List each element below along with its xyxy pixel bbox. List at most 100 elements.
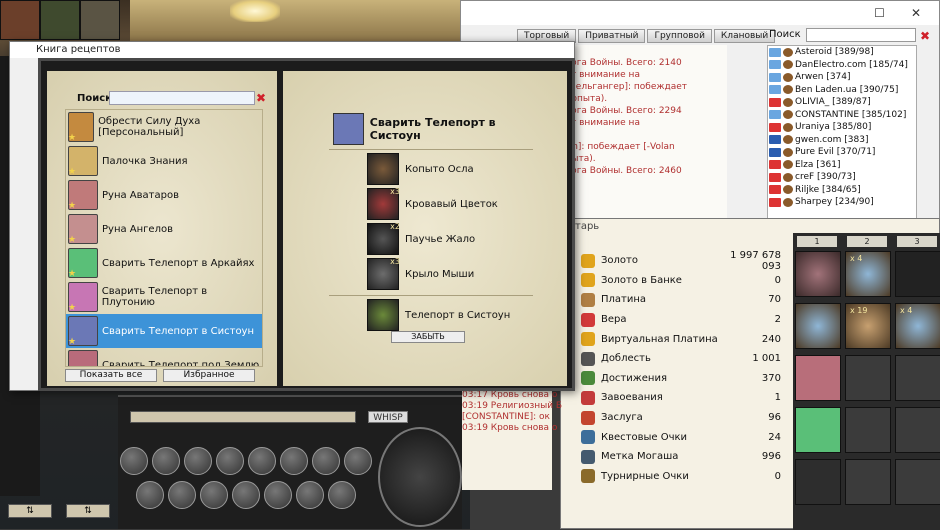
favorite-star-icon[interactable]: ★ — [68, 167, 76, 177]
tab-private[interactable]: Приватный — [578, 29, 646, 43]
user-list-item[interactable]: Ben Laden.ua [390/75] — [768, 84, 916, 97]
portrait-3[interactable] — [80, 0, 120, 40]
user-avatar-icon — [783, 47, 793, 57]
hud-skill-button[interactable] — [248, 447, 276, 475]
sort-button-2[interactable]: ⇅ — [66, 504, 110, 518]
recipe-list-item[interactable]: ★ Руна Аватаров — [66, 178, 262, 212]
recipe-list-item[interactable]: ★ Сварить Телепорт в Плутонию — [66, 280, 262, 314]
recipe-search-input[interactable] — [109, 91, 255, 105]
inventory-slot[interactable]: x 19 — [845, 303, 891, 349]
hud-skill-button[interactable] — [152, 447, 180, 475]
stats-window-title: тарь — [575, 221, 600, 232]
inventory-slot[interactable] — [895, 251, 940, 297]
user-list-item[interactable]: OLIVIA_ [389/87] — [768, 96, 916, 109]
favorite-star-icon[interactable]: ★ — [68, 303, 76, 313]
user-list-item[interactable]: CONSTANTINE [385/102] — [768, 109, 916, 122]
recipe-list-item[interactable]: ★ Сварить Телепорт под Землю — [66, 348, 262, 366]
user-list-item[interactable]: Pure Evil [370/71] — [768, 146, 916, 159]
recipe-list-item[interactable]: ★ Палочка Знания — [66, 144, 262, 178]
hud-skill-button[interactable] — [216, 447, 244, 475]
bat-wing-icon: x3 — [367, 257, 400, 290]
user-avatar-icon — [783, 97, 793, 107]
favorite-star-icon[interactable]: ★ — [68, 337, 76, 347]
portrait-2[interactable] — [40, 0, 80, 40]
user-name: Asteroid [389/98] — [795, 47, 874, 58]
favorite-star-icon[interactable]: ★ — [68, 269, 76, 279]
user-list: Asteroid [389/98] DanElectro.com [185/74]… — [767, 45, 917, 220]
inventory-slot[interactable]: x 4 — [845, 251, 891, 297]
inventory-tab-3[interactable]: 3 — [897, 236, 937, 247]
favorite-star-icon[interactable]: ★ — [68, 133, 76, 143]
inventory-slot[interactable] — [795, 251, 841, 297]
user-list-item[interactable]: Arwen [374] — [768, 71, 916, 84]
favorite-star-icon[interactable]: ★ — [68, 201, 76, 211]
user-list-item[interactable]: DanElectro.com [185/74] — [768, 59, 916, 72]
stat-row: Платина 70 — [581, 290, 781, 310]
compass[interactable] — [378, 427, 462, 527]
user-list-item[interactable]: Asteroid [389/98] — [768, 46, 916, 59]
user-avatar-icon — [783, 160, 793, 170]
recipe-list-item[interactable]: ★ Сварить Телепорт в Систоун — [66, 314, 262, 348]
stat-label: Золото — [601, 255, 638, 267]
inventory-tab-2[interactable]: 2 — [847, 236, 887, 247]
clear-search-icon[interactable]: ✖ — [256, 91, 266, 105]
inventory-slot[interactable]: x 4 — [895, 303, 940, 349]
sort-button-1[interactable]: ⇅ — [8, 504, 52, 518]
hud-skill-button[interactable] — [344, 447, 372, 475]
portrait-1[interactable] — [0, 0, 40, 40]
forget-button[interactable]: ЗАБЫТЬ — [391, 331, 465, 343]
hud-skill-button[interactable] — [328, 481, 356, 509]
show-all-button[interactable]: Показать все — [65, 369, 157, 382]
stat-row: Золото в Банке 0 — [581, 271, 781, 291]
hud-skill-button[interactable] — [136, 481, 164, 509]
scene-lamp — [230, 0, 280, 22]
user-name: Riljke [384/65] — [795, 184, 861, 195]
user-list-item[interactable]: creF [390/73] — [768, 171, 916, 184]
hud-skill-button[interactable] — [168, 481, 196, 509]
hud-skill-button[interactable] — [296, 481, 324, 509]
user-list-item[interactable]: gwen.com [383] — [768, 134, 916, 147]
recipe-list-item[interactable]: ★ Сварить Телепорт в Аркайях — [66, 246, 262, 280]
hud-skill-button[interactable] — [184, 447, 212, 475]
favorite-star-icon[interactable]: ★ — [68, 235, 76, 245]
inventory-slot[interactable] — [895, 407, 940, 453]
inventory-slot[interactable] — [795, 303, 841, 349]
inventory-slot[interactable] — [795, 407, 841, 453]
hud-skill-button[interactable] — [312, 447, 340, 475]
country-flag-icon — [769, 110, 781, 120]
hud-skill-button[interactable] — [264, 481, 292, 509]
inventory-slot[interactable] — [795, 459, 841, 505]
user-search-input[interactable] — [806, 28, 916, 42]
hud-skill-button[interactable] — [232, 481, 260, 509]
inventory-slot[interactable] — [845, 459, 891, 505]
tab-group[interactable]: Групповой — [647, 29, 712, 43]
stat-label: Доблесть — [601, 353, 651, 365]
user-list-item[interactable]: Elza [361] — [768, 159, 916, 172]
whisp-button[interactable]: WHISP — [368, 411, 408, 423]
user-list-item[interactable]: Sharpey [234/90] — [768, 196, 916, 209]
recipe-list-item[interactable]: ★ Руна Ангелов — [66, 212, 262, 246]
recipe-icon: ★ — [68, 350, 98, 366]
recipe-list-item[interactable]: ★ Обрести Силу Духа [Персональный] — [66, 110, 262, 144]
hud-skill-button[interactable] — [120, 447, 148, 475]
game-chat-input[interactable] — [130, 411, 356, 423]
tab-clan[interactable]: Клановый — [713, 29, 776, 43]
inventory-slot[interactable] — [845, 407, 891, 453]
inventory-slot[interactable] — [895, 459, 940, 505]
favorites-button[interactable]: Избранное — [163, 369, 255, 382]
clear-search-icon[interactable]: ✖ — [920, 29, 930, 43]
stat-row: Турнирные Очки 0 — [581, 467, 781, 487]
recipe-detail-title: Сварить Телепорт в Систоун — [369, 116, 496, 142]
user-list-item[interactable]: Uraniya [385/80] — [768, 121, 916, 134]
inventory-slot[interactable] — [845, 355, 891, 401]
divider — [329, 149, 533, 150]
inventory-slot[interactable] — [895, 355, 940, 401]
close-icon[interactable]: ✕ — [911, 6, 921, 20]
inventory-tab-1[interactable]: 1 — [797, 236, 837, 247]
inventory-slot[interactable] — [795, 355, 841, 401]
hud-skill-button[interactable] — [280, 447, 308, 475]
stat-value: 240 — [761, 333, 781, 345]
hud-skill-button[interactable] — [200, 481, 228, 509]
maximize-icon[interactable]: ☐ — [874, 6, 885, 20]
user-list-item[interactable]: Riljke [384/65] — [768, 184, 916, 197]
